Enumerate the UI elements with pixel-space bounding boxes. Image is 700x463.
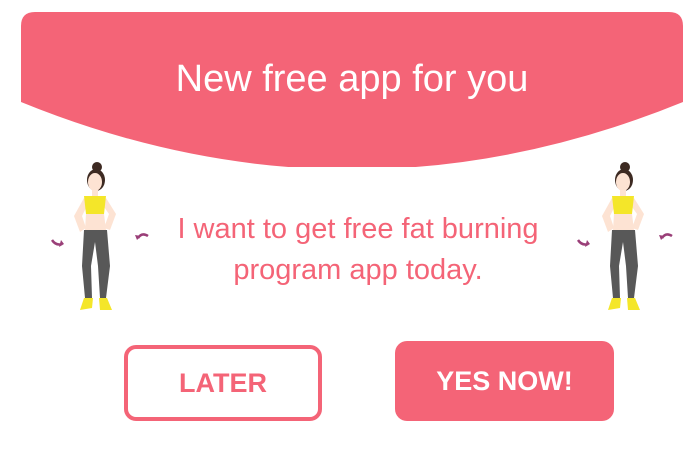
right-woman-exercise-icon [568, 158, 678, 318]
later-button[interactable]: LATER [124, 345, 322, 421]
promo-message: I want to get free fat burning program a… [150, 209, 566, 291]
left-woman-exercise-icon [40, 158, 150, 318]
popup-header: New free app for you [21, 12, 683, 167]
message-line-2: program app today. [233, 254, 483, 286]
message-line-1: I want to get free fat burning [177, 213, 539, 245]
promo-popup: New free app for you I want to get free … [0, 0, 700, 463]
popup-title: New free app for you [175, 58, 529, 100]
yes-now-button[interactable]: YES NOW! [395, 341, 614, 421]
